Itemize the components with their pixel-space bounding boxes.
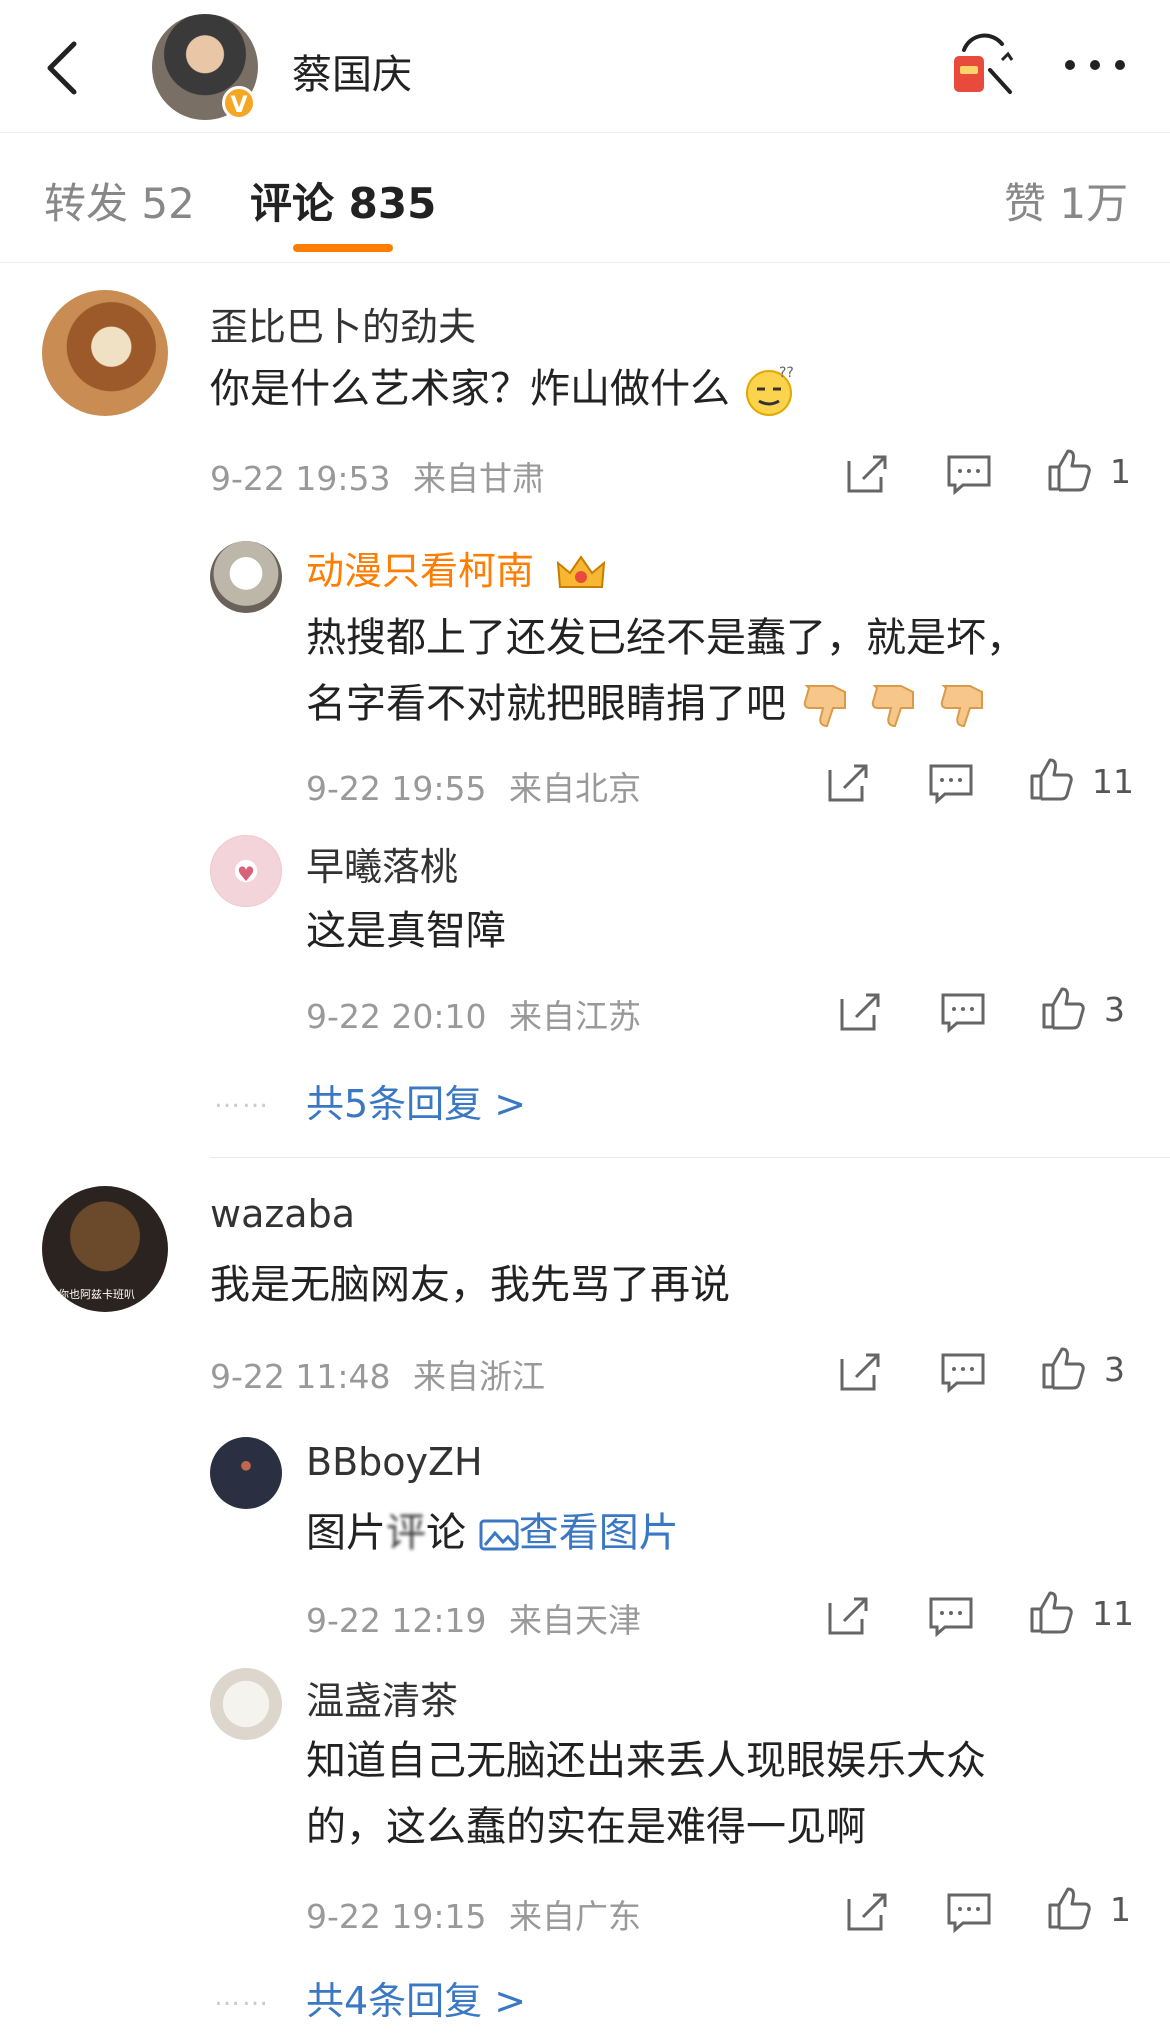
timestamp: 9-22 12:19 [306,1601,487,1640]
heart-icon: ♥ [237,862,255,886]
back-arrow-icon[interactable] [40,38,84,98]
like-icon[interactable] [1046,1885,1092,1931]
dots-icon: …… [214,1982,270,2012]
like-icon[interactable] [1040,985,1086,1031]
like-count: 11 [1092,762,1134,801]
location: 来自浙江 [413,1357,545,1396]
like-icon[interactable] [1040,1345,1086,1391]
author-name[interactable]: 蔡国庆 [292,42,412,100]
share-icon[interactable] [845,451,891,497]
timestamp: 9-22 19:15 [306,1897,487,1936]
avatar[interactable] [210,1437,282,1509]
avatar[interactable] [210,541,282,613]
divider [0,262,1170,263]
reply-icon[interactable] [928,1593,974,1639]
location: 来自北京 [509,769,641,808]
reply-icon[interactable] [940,1349,986,1395]
timestamp: 9-22 19:55 [306,769,487,808]
thinking-face-icon: ?? [745,365,794,416]
comment-text: 我是无脑网友，我先骂了再说 [210,1262,730,1308]
like-icon[interactable] [1028,1589,1074,1635]
active-tab-indicator [293,244,393,252]
timestamp: 9-22 11:48 [210,1357,391,1396]
like-count: 1 [1110,1890,1131,1929]
image-icon [479,1519,519,1551]
thumbs-down-icon [799,681,992,728]
comment-text: 你是什么艺术家？炸山做什么 ?? [210,356,799,422]
reply-meta: 9-22 12:19 来自天津 [306,1594,641,1642]
avatar[interactable] [210,1668,282,1740]
timestamp: 9-22 19:53 [210,459,391,498]
comment-meta: 9-22 19:53 来自甘肃 [210,452,545,500]
location: 来自甘肃 [413,459,545,498]
share-icon[interactable] [826,760,872,806]
location: 来自广东 [509,1897,641,1936]
share-icon[interactable] [826,1593,872,1639]
reply-meta: 9-22 19:15 来自广东 [306,1890,641,1938]
crown-icon [556,554,606,588]
reply-username[interactable]: BBboyZH [306,1440,483,1484]
view-more-replies-link[interactable]: 共4条回复 > [306,1970,526,2025]
location: 来自江苏 [509,997,641,1036]
view-more-replies-link[interactable]: 共5条回复 > [306,1073,526,1128]
more-options-icon[interactable] [1060,50,1130,80]
tab-comments[interactable]: 评论 835 [250,170,436,231]
like-icon[interactable] [1028,756,1074,802]
verified-badge-icon: V [222,86,256,120]
dots-icon: …… [214,1084,270,1114]
reply-username[interactable]: 早曦落桃 [306,836,458,891]
tab-likes[interactable]: 赞 1万 [1004,170,1128,231]
reply-icon[interactable] [928,760,974,806]
reply-icon[interactable] [946,451,992,497]
reply-icon[interactable] [940,989,986,1035]
divider [210,1157,1170,1158]
reply-meta: 9-22 20:10 来自江苏 [306,990,641,1038]
comment-username[interactable]: wazaba [210,1192,355,1236]
avatar[interactable]: 你也阿兹卡班叭 [42,1186,168,1312]
reply-username[interactable]: 动漫只看柯南 [306,540,608,595]
red-packet-icon[interactable] [950,30,1016,100]
reply-username[interactable]: 温盏清茶 [306,1670,458,1725]
timestamp: 9-22 20:10 [306,997,487,1036]
reply-meta: 9-22 19:55 来自北京 [306,762,641,810]
like-count: 3 [1104,1350,1125,1389]
view-image-link[interactable]: 查看图片 [479,1510,679,1556]
tab-reposts[interactable]: 转发 52 [44,170,195,231]
svg-text:??: ?? [779,365,794,381]
comment-meta: 9-22 11:48 来自浙江 [210,1350,545,1398]
like-count: 11 [1092,1594,1134,1633]
like-count: 3 [1104,990,1125,1029]
reply-text: 这是真智障 [306,908,506,954]
top-bar: V 蔡国庆 [0,0,1170,133]
share-icon[interactable] [838,1349,884,1395]
reply-text: 热搜都上了还发已经不是蠢了，就是坏， 名字看不对就把眼睛捐了吧 [306,615,1026,728]
comment-username[interactable]: 歪比巴卜的劲夫 [210,296,476,351]
avatar[interactable] [42,290,168,416]
share-icon[interactable] [838,989,884,1035]
reply-text: 知道自己无脑还出来丢人现眼娱乐大众 的，这么蠢的实在是难得一见啊 [306,1738,986,1850]
reply-icon[interactable] [946,1889,992,1935]
share-icon[interactable] [845,1889,891,1935]
avatar[interactable]: ♥ [210,835,282,907]
like-icon[interactable] [1046,447,1092,493]
reply-text: 图片评论 查看图片 [306,1510,679,1556]
like-count: 1 [1110,452,1131,491]
location: 来自天津 [509,1601,641,1640]
